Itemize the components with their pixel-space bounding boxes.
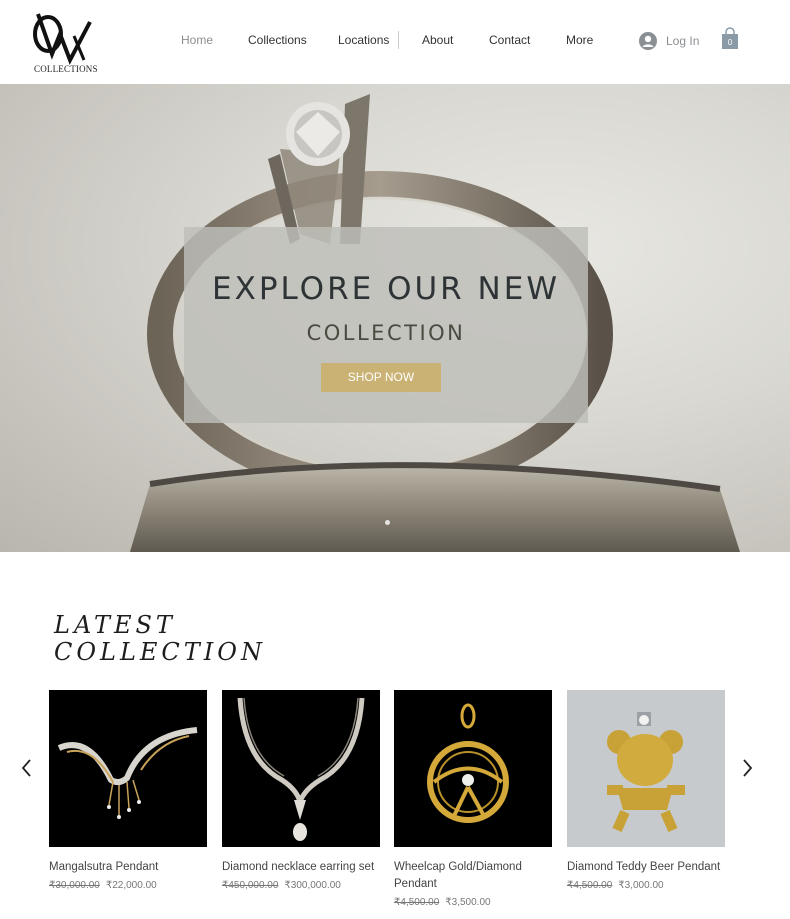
nav-about[interactable]: About	[422, 33, 453, 47]
nav-divider	[398, 31, 399, 49]
nav-locations[interactable]: Locations	[338, 33, 389, 47]
latest-collection-heading: LATEST COLLECTION	[54, 612, 266, 666]
product-name[interactable]: Wheelcap Gold/Diamond Pendant	[394, 859, 552, 893]
product-price: ₹4,500.00 ₹3,500.00	[394, 897, 552, 908]
hero-banner: EXPLORE OUR NEW COLLECTION SHOP NOW	[0, 84, 790, 552]
product-price: ₹450,000.00 ₹300,000.00	[222, 880, 380, 891]
prev-arrow[interactable]	[18, 758, 36, 778]
product-card[interactable]: Wheelcap Gold/Diamond Pendant ₹4,500.00 ₹…	[394, 690, 552, 908]
product-card[interactable]: Mangalsutra Pendant ₹30,000.00 ₹22,000.00	[49, 690, 207, 891]
nav-contact[interactable]: Contact	[489, 33, 530, 47]
nav-collections[interactable]: Collections	[248, 33, 307, 47]
slide-indicator[interactable]	[385, 520, 390, 525]
next-arrow[interactable]	[738, 758, 756, 778]
sale-price: ₹3,000.00	[618, 880, 664, 891]
product-image[interactable]	[49, 690, 207, 847]
sale-price: ₹300,000.00	[284, 880, 341, 891]
cart-button[interactable]: 0	[720, 27, 740, 51]
login-button[interactable]: Log In	[639, 30, 699, 52]
hero-subtitle: COLLECTION	[306, 321, 466, 345]
user-avatar-icon	[639, 32, 657, 50]
site-header: COLLECTIONS Home Collections Locations A…	[0, 0, 790, 84]
product-image[interactable]	[567, 690, 725, 847]
product-image[interactable]	[394, 690, 552, 847]
product-price: ₹30,000.00 ₹22,000.00	[49, 880, 207, 891]
original-price: ₹4,500.00	[567, 880, 613, 891]
heading-line-1: LATEST	[54, 611, 176, 639]
original-price: ₹450,000.00	[222, 880, 279, 891]
shop-now-button[interactable]: SHOP NOW	[321, 363, 441, 392]
heading-line-2: COLLECTION	[54, 638, 266, 666]
nav-more[interactable]: More	[566, 33, 593, 47]
product-price: ₹4,500.00 ₹3,000.00	[567, 880, 725, 891]
product-image[interactable]	[222, 690, 380, 847]
hero-title: EXPLORE OUR NEW	[212, 271, 560, 307]
product-name[interactable]: Mangalsutra Pendant	[49, 859, 207, 876]
chevron-left-icon	[21, 759, 31, 777]
sale-price: ₹3,500.00	[445, 897, 491, 908]
original-price: ₹4,500.00	[394, 897, 440, 908]
original-price: ₹30,000.00	[49, 880, 100, 891]
hero-overlay: EXPLORE OUR NEW COLLECTION SHOP NOW	[184, 227, 588, 423]
login-label: Log In	[666, 34, 700, 48]
chevron-right-icon	[743, 759, 753, 777]
logo-text: COLLECTIONS	[34, 64, 98, 74]
nav-home[interactable]: Home	[181, 33, 213, 47]
product-name[interactable]: Diamond Teddy Beer Pendant	[567, 859, 725, 876]
product-name[interactable]: Diamond necklace earring set	[222, 859, 380, 876]
product-card[interactable]: Diamond necklace earring set ₹450,000.00…	[222, 690, 380, 891]
sale-price: ₹22,000.00	[105, 880, 157, 891]
product-card[interactable]: Diamond Teddy Beer Pendant ₹4,500.00 ₹3,0…	[567, 690, 725, 891]
cart-count: 0	[727, 38, 733, 47]
